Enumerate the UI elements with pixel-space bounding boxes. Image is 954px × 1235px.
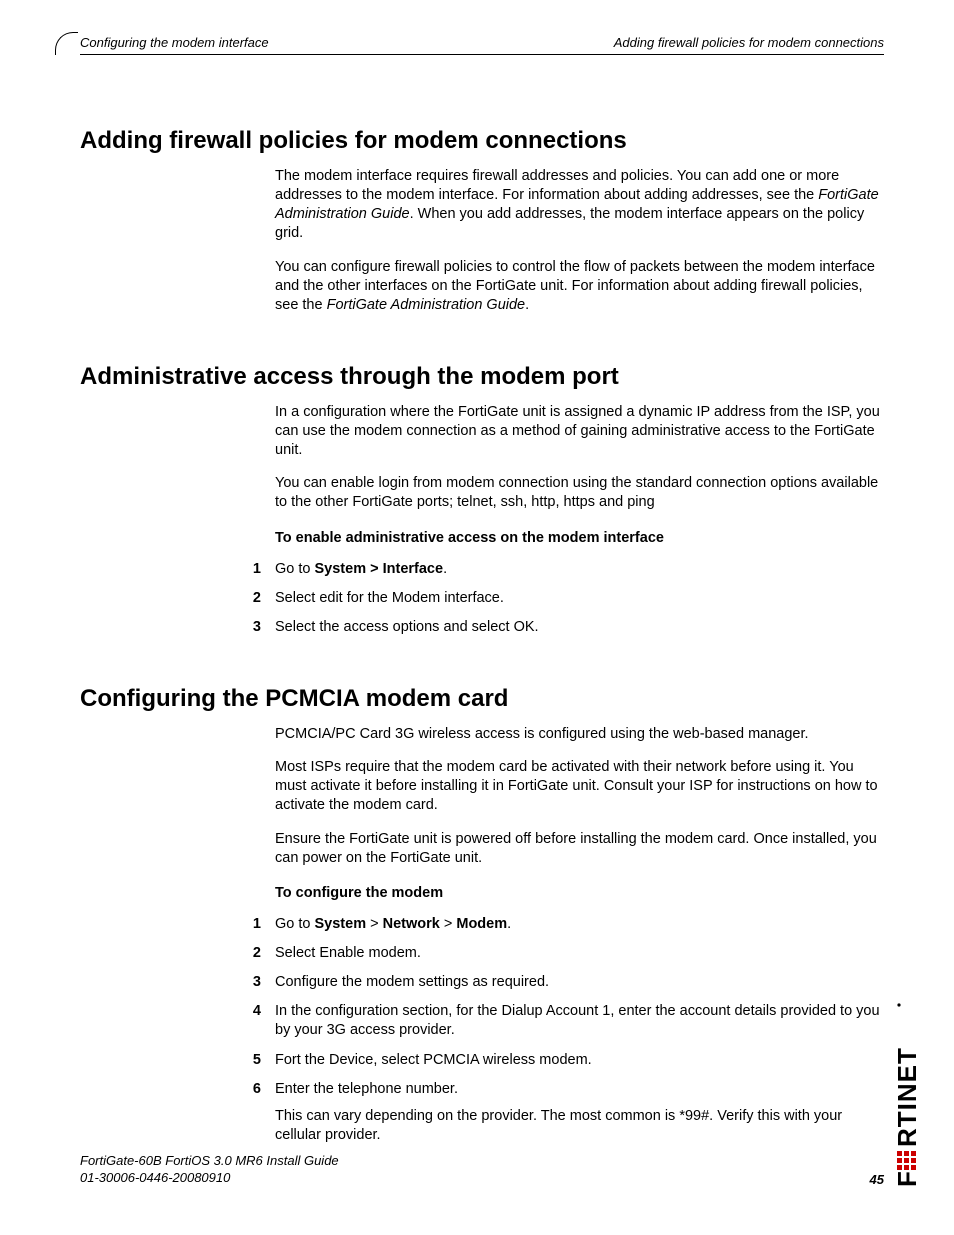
heading-firewall-policies: Adding firewall policies for modem conne…: [80, 127, 884, 155]
page-corner-decoration: [55, 32, 78, 55]
header-left: Configuring the modem interface: [80, 35, 269, 50]
svg-text:F: F: [894, 1170, 922, 1187]
step-item: Go to System > Interface.: [241, 560, 884, 579]
page-content: Adding firewall policies for modem conne…: [55, 55, 909, 1145]
subheading: To enable administrative access on the m…: [275, 529, 884, 548]
subheading: To configure the modem: [275, 884, 884, 903]
page-number: 45: [870, 1172, 884, 1187]
fortinet-logo: F RTINET: [894, 967, 922, 1187]
page-footer: FortiGate-60B FortiOS 3.0 MR6 Install Gu…: [80, 1153, 884, 1187]
section-firewall-policies: Adding firewall policies for modem conne…: [80, 127, 884, 315]
section-pcmcia: Configuring the PCMCIA modem card PCMCIA…: [80, 685, 884, 1145]
paragraph: The modem interface requires firewall ad…: [275, 167, 884, 244]
step-item: Configure the modem settings as required…: [241, 973, 884, 992]
step-item: In the configuration section, for the Di…: [241, 1002, 884, 1040]
svg-text:RTINET: RTINET: [894, 1047, 922, 1147]
heading-admin-access: Administrative access through the modem …: [80, 363, 884, 391]
paragraph: You can configure firewall policies to c…: [275, 258, 884, 315]
page-header: Configuring the modem interface Adding f…: [80, 35, 884, 55]
footer-left: FortiGate-60B FortiOS 3.0 MR6 Install Gu…: [80, 1153, 339, 1187]
step-item: Fort the Device, select PCMCIA wireless …: [241, 1051, 884, 1070]
paragraph: Ensure the FortiGate unit is powered off…: [275, 830, 884, 868]
steps-list: Go to System > Network > Modem. Select E…: [241, 915, 884, 1145]
header-right: Adding firewall policies for modem conne…: [614, 35, 884, 50]
step-item: Go to System > Network > Modem.: [241, 915, 884, 934]
step-item: Select the access options and select OK.: [241, 618, 884, 637]
step-item: Select edit for the Modem interface.: [241, 589, 884, 608]
paragraph: You can enable login from modem connecti…: [275, 474, 884, 512]
paragraph: In a configuration where the FortiGate u…: [275, 403, 884, 460]
section-admin-access: Administrative access through the modem …: [80, 363, 884, 637]
paragraph: Most ISPs require that the modem card be…: [275, 758, 884, 815]
step-item: Select Enable modem.: [241, 944, 884, 963]
paragraph: PCMCIA/PC Card 3G wireless access is con…: [275, 725, 884, 744]
heading-pcmcia: Configuring the PCMCIA modem card: [80, 685, 884, 713]
steps-list: Go to System > Interface. Select edit fo…: [241, 560, 884, 637]
step-item: Enter the telephone number. This can var…: [241, 1080, 884, 1145]
